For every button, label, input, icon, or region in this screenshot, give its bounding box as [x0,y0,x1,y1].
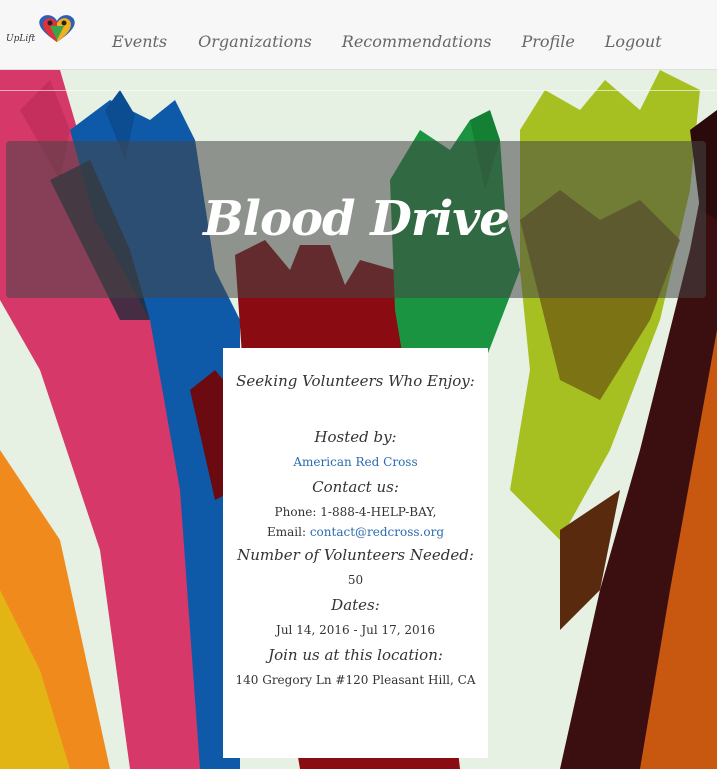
event-info-card: Seeking Volunteers Who Enjoy: Hosted by:… [223,348,488,758]
hero-divider [0,90,717,91]
nav-profile[interactable]: Profile [521,32,574,51]
email-link[interactable]: contact@redcross.org [310,525,444,539]
host-value: American Red Cross [223,452,488,472]
contact-value: Phone: 1-888-4-HELP-BAY, Email: contact@… [223,502,488,542]
seeking-heading: Seeking Volunteers Who Enjoy: [236,372,475,390]
email-prefix: Email: [267,525,310,539]
contact-heading: Contact us: [312,478,399,496]
navbar: UpLift Events Organizations Recommendati… [0,0,717,70]
volunteers-value: 50 [347,573,364,587]
dates-heading: Dates: [331,596,380,614]
location-value: 140 Gregory Ln #120 Pleasant Hill, CA [235,673,476,687]
brand-text: UpLift [6,34,36,44]
email-line: Email: contact@redcross.org [223,522,488,542]
nav-links: Events Organizations Recommendations Pro… [112,32,692,51]
event-title: Blood Drive [203,190,510,247]
nav-organizations[interactable]: Organizations [198,32,312,51]
dates-value: Jul 14, 2016 - Jul 17, 2016 [276,623,435,637]
phone-text: Phone: 1-888-4-HELP-BAY, [274,505,437,519]
hosted-heading: Hosted by: [314,428,397,446]
brand-logo[interactable]: UpLift [6,14,78,54]
location-heading: Join us at this location: [268,646,443,664]
title-banner: Blood Drive [6,141,706,298]
volunteers-heading: Number of Volunteers Needed: [237,546,474,564]
nav-recommendations[interactable]: Recommendations [342,32,492,51]
heart-logo-icon [39,15,75,42]
host-link[interactable]: American Red Cross [293,455,417,469]
nav-logout[interactable]: Logout [605,32,662,51]
nav-events[interactable]: Events [112,32,167,51]
